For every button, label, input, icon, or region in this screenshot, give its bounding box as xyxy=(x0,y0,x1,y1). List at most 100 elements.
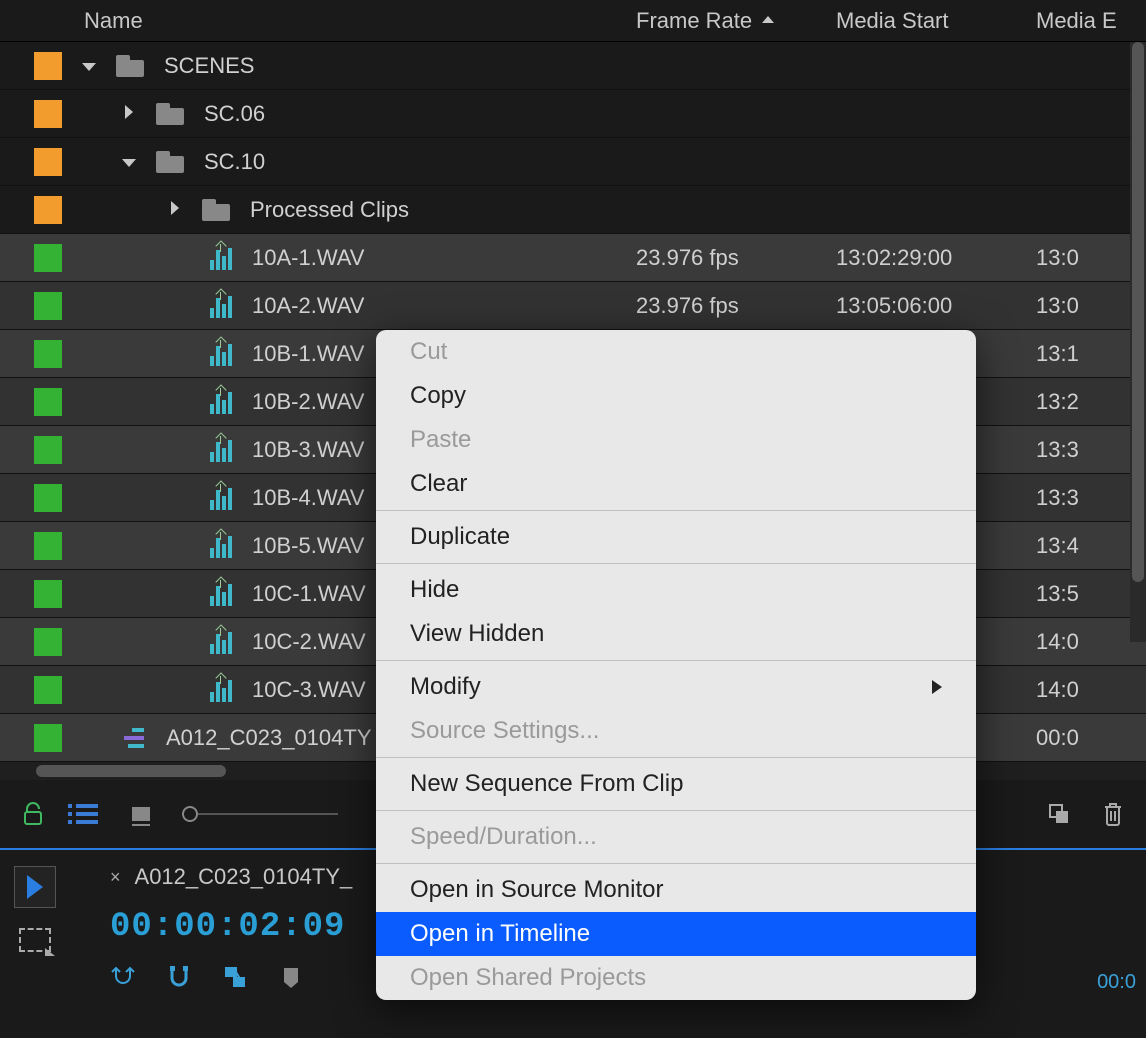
label-swatch[interactable] xyxy=(34,676,62,704)
label-swatch[interactable] xyxy=(34,388,62,416)
cell-me: 00:0 xyxy=(1036,725,1146,751)
item-name: 10A-1.WAV xyxy=(252,245,636,271)
new-item-icon[interactable] xyxy=(1046,801,1072,827)
marker-icon[interactable] xyxy=(278,964,304,990)
menu-item-label: Modify xyxy=(410,673,481,701)
label-swatch[interactable] xyxy=(34,196,62,224)
bin-row[interactable]: SC.06 xyxy=(0,90,1146,138)
cell-ms: 13:05:06:00 xyxy=(836,293,1036,319)
menu-item-source-settings: Source Settings... xyxy=(376,709,976,753)
audio-clip-icon xyxy=(210,534,238,558)
sort-ascending-icon xyxy=(762,16,774,23)
timeline-right-timecode: 00:0 xyxy=(1097,971,1136,994)
linked-selection-icon[interactable] xyxy=(222,964,248,990)
menu-item-copy[interactable]: Copy xyxy=(376,374,976,418)
label-swatch[interactable] xyxy=(34,484,62,512)
item-name: SCENES xyxy=(164,53,636,79)
menu-item-label: Hide xyxy=(410,576,459,604)
column-header-frame-rate[interactable]: Frame Rate xyxy=(636,8,836,34)
timeline-tab-label: A012_C023_0104TY_ xyxy=(135,864,353,890)
menu-item-label: Open in Source Monitor xyxy=(410,876,663,904)
submenu-arrow-icon xyxy=(932,680,942,694)
menu-item-label: Open Shared Projects xyxy=(410,964,646,992)
label-swatch[interactable] xyxy=(34,580,62,608)
label-swatch[interactable] xyxy=(34,244,62,272)
menu-item-duplicate[interactable]: Duplicate xyxy=(376,515,976,559)
vertical-scrollbar[interactable] xyxy=(1130,42,1146,642)
project-panel-header: Name Frame Rate Media Start Media E xyxy=(0,0,1146,42)
menu-item-label: New Sequence From Clip xyxy=(410,770,683,798)
menu-item-view-hidden[interactable]: View Hidden xyxy=(376,612,976,656)
menu-item-label: Source Settings... xyxy=(410,717,599,745)
label-swatch[interactable] xyxy=(34,292,62,320)
sequence-icon xyxy=(124,726,152,750)
cell-fr: 23.976 fps xyxy=(636,245,836,271)
bin-row[interactable]: SC.10 xyxy=(0,138,1146,186)
menu-item-hide[interactable]: Hide xyxy=(376,568,976,612)
audio-clip-icon xyxy=(210,438,238,462)
cell-ms: 13:02:29:00 xyxy=(836,245,1036,271)
close-tab-icon[interactable]: × xyxy=(110,867,121,888)
label-swatch[interactable] xyxy=(34,724,62,752)
menu-item-open-in-source-monitor[interactable]: Open in Source Monitor xyxy=(376,868,976,912)
snap-icon[interactable] xyxy=(110,964,136,990)
folder-icon xyxy=(116,55,148,77)
item-name: Processed Clips xyxy=(250,197,636,223)
menu-item-cut: Cut xyxy=(376,330,976,374)
clip-row[interactable]: 10A-1.WAV23.976 fps13:02:29:0013:0 xyxy=(0,234,1146,282)
folder-icon xyxy=(156,151,188,173)
label-swatch[interactable] xyxy=(34,100,62,128)
menu-item-label: Speed/Duration... xyxy=(410,823,597,851)
menu-item-open-shared-projects: Open Shared Projects xyxy=(376,956,976,1000)
menu-separator xyxy=(376,660,976,661)
item-name: SC.10 xyxy=(204,149,636,175)
selection-tool-icon[interactable] xyxy=(19,928,51,952)
menu-item-new-sequence-from-clip[interactable]: New Sequence From Clip xyxy=(376,762,976,806)
audio-clip-icon xyxy=(210,342,238,366)
bin-row[interactable]: SCENES xyxy=(0,42,1146,90)
column-header-name[interactable]: Name xyxy=(80,8,636,34)
chevron-down-icon[interactable] xyxy=(80,55,98,76)
zoom-slider[interactable] xyxy=(182,806,338,822)
audio-clip-icon xyxy=(210,294,238,318)
label-swatch[interactable] xyxy=(34,436,62,464)
play-icon xyxy=(27,875,43,899)
item-name: 10A-2.WAV xyxy=(252,293,636,319)
menu-item-label: Open in Timeline xyxy=(410,920,590,948)
menu-item-modify[interactable]: Modify xyxy=(376,665,976,709)
column-header-media-end[interactable]: Media E xyxy=(1036,8,1146,34)
chevron-right-icon[interactable] xyxy=(120,103,138,124)
lock-icon[interactable] xyxy=(20,801,46,827)
chevron-down-icon[interactable] xyxy=(120,151,138,172)
menu-separator xyxy=(376,810,976,811)
list-view-icon[interactable] xyxy=(74,801,100,827)
menu-item-paste: Paste xyxy=(376,418,976,462)
folder-icon xyxy=(202,199,234,221)
menu-item-open-in-timeline[interactable]: Open in Timeline xyxy=(376,912,976,956)
menu-item-speed-duration: Speed/Duration... xyxy=(376,815,976,859)
bin-row[interactable]: Processed Clips xyxy=(0,186,1146,234)
play-button[interactable] xyxy=(14,866,56,908)
audio-clip-icon xyxy=(210,246,238,270)
icon-view-icon[interactable] xyxy=(128,801,154,827)
audio-clip-icon xyxy=(210,630,238,654)
label-swatch[interactable] xyxy=(34,148,62,176)
label-swatch[interactable] xyxy=(34,52,62,80)
cell-me: 14:0 xyxy=(1036,677,1146,703)
menu-item-label: Cut xyxy=(410,338,447,366)
menu-item-clear[interactable]: Clear xyxy=(376,462,976,506)
menu-item-label: Copy xyxy=(410,382,466,410)
label-swatch[interactable] xyxy=(34,340,62,368)
audio-clip-icon xyxy=(210,390,238,414)
clip-row[interactable]: 10A-2.WAV23.976 fps13:05:06:0013:0 xyxy=(0,282,1146,330)
trash-icon[interactable] xyxy=(1100,801,1126,827)
label-swatch[interactable] xyxy=(34,532,62,560)
label-swatch[interactable] xyxy=(34,628,62,656)
audio-clip-icon xyxy=(210,486,238,510)
chevron-right-icon[interactable] xyxy=(166,199,184,220)
menu-separator xyxy=(376,757,976,758)
folder-icon xyxy=(156,103,188,125)
column-header-media-start[interactable]: Media Start xyxy=(836,8,1036,34)
magnet-icon[interactable] xyxy=(166,964,192,990)
menu-item-label: Clear xyxy=(410,470,467,498)
